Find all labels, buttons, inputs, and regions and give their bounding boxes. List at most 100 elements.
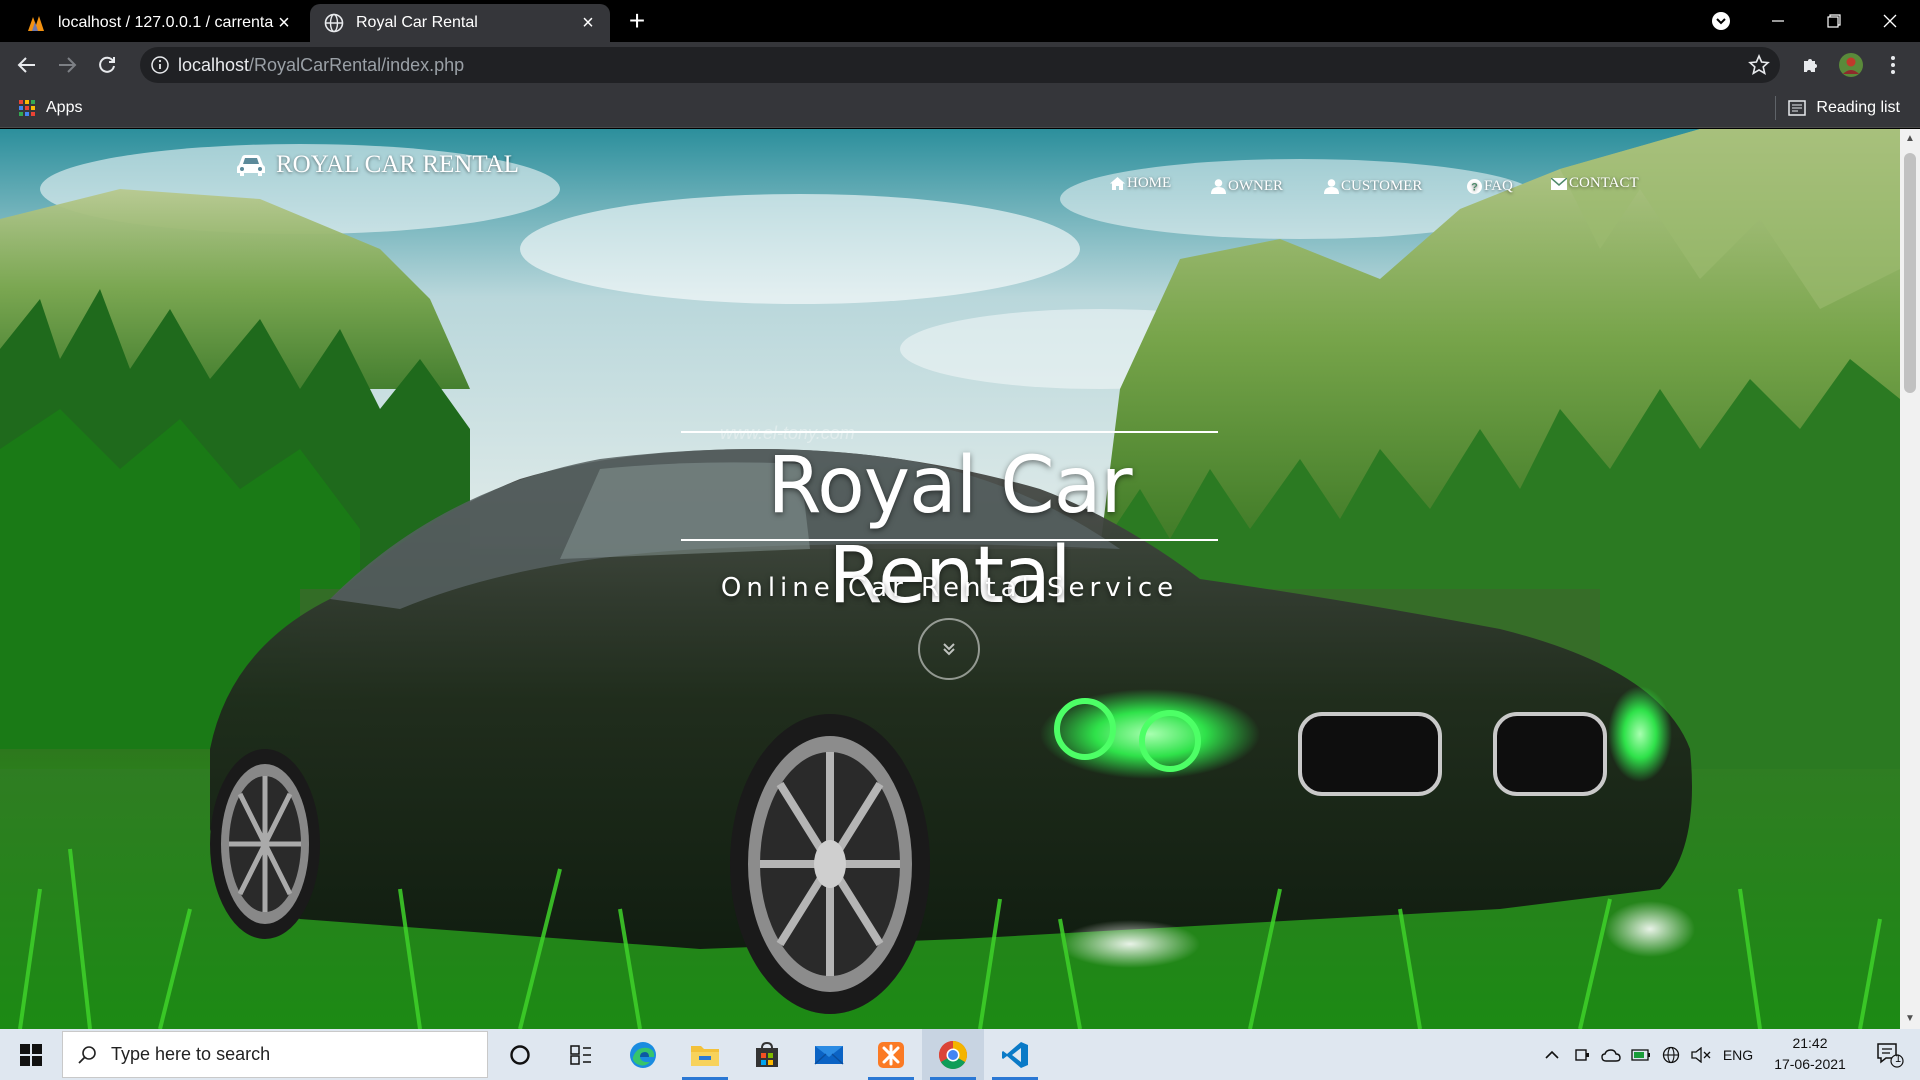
taskbar-chrome[interactable] <box>922 1029 984 1080</box>
nav-contact-label: CONTACT <box>1569 175 1639 191</box>
search-placeholder: Type here to search <box>111 1044 271 1064</box>
tab-search-button[interactable] <box>1693 0 1749 42</box>
taskbar-file-explorer[interactable] <box>674 1029 736 1080</box>
rear-wheel <box>210 749 320 939</box>
image-watermark: www.el-tony.com <box>720 423 855 443</box>
tab-title: Royal Car Rental <box>356 14 478 31</box>
bookmarks-separator <box>1775 96 1776 120</box>
browser-toolbar: localhost/RoyalCarRental/index.php <box>0 42 1920 88</box>
bookmark-star-icon[interactable] <box>1748 54 1770 76</box>
site-brand-name: ROYAL CAR RENTAL <box>276 151 519 178</box>
search-icon <box>78 1045 96 1064</box>
chevron-double-down-icon <box>943 643 955 656</box>
language-indicator[interactable]: ENG <box>1718 1029 1758 1080</box>
minimize-button[interactable] <box>1750 0 1806 42</box>
browser-tab-bar: localhost / 127.0.0.1 / carrental | × Ro… <box>0 0 1920 42</box>
restore-button[interactable] <box>1806 0 1862 42</box>
battery-tray-icon[interactable] <box>1628 1029 1654 1080</box>
battery-charging-icon <box>1631 1048 1650 1061</box>
task-view-button[interactable] <box>550 1029 612 1080</box>
browser-menu-button[interactable] <box>1878 50 1908 80</box>
network-tray-icon[interactable] <box>1658 1029 1684 1080</box>
taskbar-vscode[interactable] <box>984 1029 1046 1080</box>
usb-device-icon <box>1575 1048 1589 1061</box>
reading-list-label: Reading list <box>1816 99 1900 116</box>
scrollbar-thumb[interactable] <box>1904 153 1916 393</box>
close-tab-icon[interactable]: × <box>274 12 294 34</box>
site-info-icon[interactable] <box>150 55 170 75</box>
hero-subtitle: Online Car Rental Service <box>720 573 1179 603</box>
file-explorer-icon <box>691 1045 719 1066</box>
language-label: ENG <box>1722 1046 1754 1063</box>
clock-time: 21:42 <box>1792 1035 1828 1051</box>
edge-icon <box>630 1041 656 1068</box>
browser-tab-phpmyadmin[interactable]: localhost / 127.0.0.1 / carrental | × <box>12 4 306 42</box>
extensions-button[interactable] <box>1796 50 1826 80</box>
taskbar-search-box[interactable]: Type here to search <box>62 1031 488 1078</box>
back-button[interactable] <box>12 50 42 80</box>
profile-avatar[interactable] <box>1836 50 1866 80</box>
volume-tray-icon[interactable] <box>1688 1029 1714 1080</box>
url-text[interactable]: localhost/RoyalCarRental/index.php <box>178 47 464 83</box>
car-icon <box>237 155 265 176</box>
apps-shortcut[interactable]: Apps <box>18 88 82 128</box>
reading-list-icon <box>1788 100 1807 116</box>
apps-label: Apps <box>46 99 83 116</box>
start-button[interactable] <box>0 1029 62 1080</box>
close-window-button[interactable] <box>1862 0 1918 42</box>
envelope-icon <box>1551 177 1567 190</box>
taskbar-xampp[interactable] <box>860 1029 922 1080</box>
cortana-button[interactable] <box>489 1029 551 1080</box>
reload-icon <box>99 56 115 73</box>
chrome-icon <box>939 1040 967 1069</box>
restore-icon <box>1827 14 1841 28</box>
cloud-icon <box>1601 1048 1621 1062</box>
reload-button[interactable] <box>92 50 122 80</box>
scroll-down-button[interactable] <box>918 618 980 680</box>
new-tab-button[interactable]: + <box>622 6 652 36</box>
nav-home[interactable]: HOME <box>1110 175 1171 192</box>
reading-list-button[interactable]: Reading list <box>1788 88 1900 128</box>
forward-button[interactable] <box>52 50 82 80</box>
speaker-muted-icon <box>1691 1046 1711 1063</box>
scroll-down-arrow-icon[interactable]: ▼ <box>1900 1009 1920 1029</box>
front-wheel <box>730 714 930 1014</box>
notification-count: 1 <box>1894 1053 1902 1065</box>
onedrive-tray-icon[interactable] <box>1598 1029 1624 1080</box>
user-icon <box>1324 179 1339 194</box>
taskbar-edge[interactable] <box>612 1029 674 1080</box>
close-tab-icon[interactable]: × <box>578 12 598 34</box>
taskbar-mail[interactable] <box>798 1029 860 1080</box>
action-center-button[interactable]: 1 <box>1866 1029 1914 1080</box>
browser-tab-royal-car-rental[interactable]: Royal Car Rental × <box>310 4 610 42</box>
device-tray-icon[interactable] <box>1570 1029 1594 1080</box>
nav-faq[interactable]: ? FAQ <box>1467 178 1513 195</box>
taskbar-store[interactable] <box>736 1029 798 1080</box>
url-path: /RoyalCarRental/index.php <box>249 55 465 75</box>
phpmyadmin-icon <box>28 16 44 31</box>
minimize-icon <box>1772 20 1784 22</box>
show-hidden-icons-button[interactable] <box>1540 1029 1564 1080</box>
forward-arrow-icon <box>59 57 77 73</box>
globe-icon <box>324 13 344 33</box>
user-icon <box>1211 179 1226 194</box>
hero-bottom-rule <box>681 539 1218 541</box>
page-scrollbar[interactable]: ▲ ▼ <box>1900 129 1920 1029</box>
close-icon <box>1883 14 1897 28</box>
hero-top-rule <box>681 431 1218 433</box>
cortana-icon <box>510 1044 530 1065</box>
nav-owner[interactable]: OWNER <box>1211 178 1283 195</box>
chevron-up-icon <box>1545 1050 1559 1059</box>
address-bar[interactable]: localhost/RoyalCarRental/index.php <box>140 47 1780 83</box>
nav-customer-label: CUSTOMER <box>1341 178 1423 194</box>
site-logo[interactable]: ROYAL CAR RENTAL <box>236 151 519 179</box>
bookmarks-bar: Apps Reading list <box>0 88 1920 128</box>
taskbar-clock[interactable]: 21:42 17-06-2021 <box>1760 1033 1860 1075</box>
web-page-viewport[interactable]: www.el-tony.com ROYAL CAR RENTAL HOME OW… <box>0 129 1920 1029</box>
store-icon <box>756 1041 778 1067</box>
scroll-up-arrow-icon[interactable]: ▲ <box>1900 129 1920 149</box>
nav-owner-label: OWNER <box>1228 178 1283 194</box>
nav-customer[interactable]: CUSTOMER <box>1324 178 1422 195</box>
nav-contact[interactable]: CONTACT <box>1551 175 1639 192</box>
globe-network-icon <box>1662 1046 1680 1063</box>
